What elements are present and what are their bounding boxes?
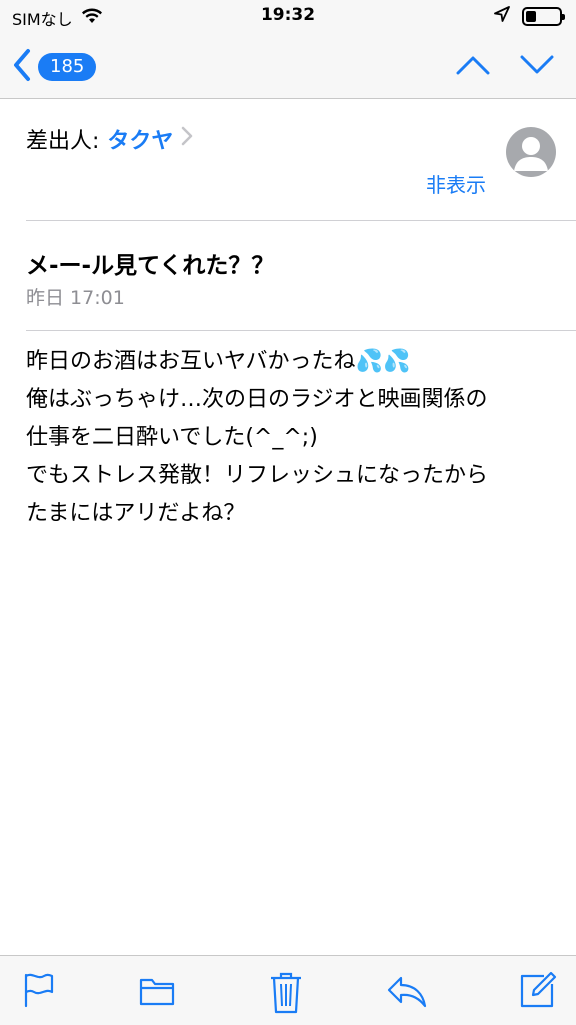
location-icon xyxy=(494,6,510,26)
nav-bar: 185 xyxy=(0,36,576,99)
message-date: 昨日 17:01 xyxy=(26,287,125,309)
reply-icon[interactable] xyxy=(385,970,427,1010)
unread-count-badge: 185 xyxy=(38,53,97,81)
status-time: 19:32 xyxy=(260,5,316,25)
divider xyxy=(26,220,576,221)
body-line: 仕事を二日酔いでした(^_^;) xyxy=(26,425,318,450)
up-arrow-icon[interactable] xyxy=(456,54,490,80)
message-subject: メ-ー-ル見てくれた？？ xyxy=(26,253,275,279)
chevron-right-icon xyxy=(181,126,193,152)
body-line: たまにはアリだよね？ xyxy=(26,501,246,526)
sender-section: 差出人: タクヤ 非表示 xyxy=(0,99,576,220)
status-right xyxy=(494,6,565,26)
hide-details-link[interactable]: 非表示 xyxy=(426,169,486,198)
avatar-icon[interactable] xyxy=(506,127,556,177)
divider xyxy=(26,330,576,331)
sender-name[interactable]: タクヤ xyxy=(107,123,173,155)
message-nav-arrows xyxy=(456,54,554,80)
body-line: 昨日のお酒はお互いヤバかったね💦💦 xyxy=(26,349,411,374)
compose-icon[interactable] xyxy=(518,970,558,1010)
bottom-toolbar xyxy=(0,955,576,1025)
status-bar: SIMなし 19:32 xyxy=(0,0,576,36)
back-chevron-icon xyxy=(12,48,32,86)
folder-icon[interactable] xyxy=(137,970,177,1010)
body-line: 俺はぶっちゃけ…次の日のラジオと映画関係の xyxy=(26,387,488,412)
down-arrow-icon[interactable] xyxy=(520,54,554,80)
sender-label: 差出人: xyxy=(26,129,100,154)
battery-icon xyxy=(522,6,565,26)
body-line: でもストレス発散！リフレッシュになったから xyxy=(26,463,489,488)
sender-line[interactable]: 差出人: タクヤ xyxy=(26,123,193,155)
trash-icon[interactable] xyxy=(266,970,306,1014)
message-body: 昨日のお酒はお互いヤバかったね💦💦 俺はぶっちゃけ…次の日のラジオと映画関係の … xyxy=(26,343,556,533)
flag-icon[interactable] xyxy=(20,970,60,1010)
back-button[interactable]: 185 xyxy=(12,48,97,86)
